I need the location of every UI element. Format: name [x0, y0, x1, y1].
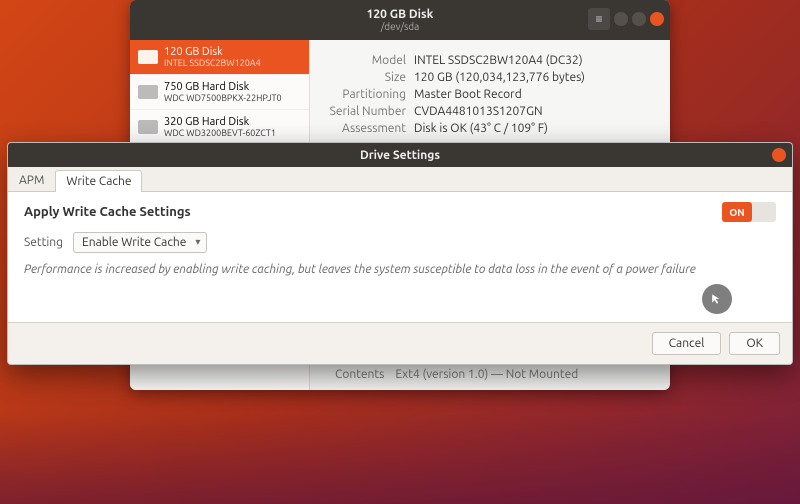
mouse-cursor-indicator — [702, 284, 732, 314]
tab-write-cache[interactable]: Write Cache — [55, 170, 142, 192]
value-assessment: Disk is OK (43° C / 109° F) — [414, 122, 656, 135]
disks-titlebar: 120 GB Disk /dev/sda ≡ — [130, 0, 670, 40]
dialog-title: Drive Settings — [360, 149, 440, 162]
device-name: 750 GB Hard Disk — [164, 81, 282, 93]
label-partitioning: Partitioning — [324, 88, 414, 101]
minimize-icon[interactable] — [614, 12, 628, 26]
label-serial: Serial Number — [324, 105, 414, 118]
tab-apm[interactable]: APM — [8, 169, 55, 191]
value-size: 120 GB (120,034,123,776 bytes) — [414, 71, 656, 84]
disks-subtitle: /dev/sda — [381, 21, 420, 32]
window-controls: ≡ — [588, 8, 664, 30]
device-name: 320 GB Hard Disk — [164, 116, 276, 128]
device-sub: WDC WD3200BEVT-60ZCT1 — [164, 128, 276, 138]
disks-title: 120 GB Disk — [367, 8, 434, 21]
close-icon[interactable] — [650, 12, 664, 26]
device-name: 120 GB Disk — [164, 46, 261, 58]
write-cache-combo-value: Enable Write Cache — [82, 236, 186, 249]
contents-row: Contents Ext4 (version 1.0) — Not Mounte… — [335, 368, 578, 381]
value-serial: CVDA4481013S1207GN — [414, 105, 656, 118]
label-model: Model — [324, 54, 414, 67]
value-model: INTEL SSDSC2BW120A4 (DC32) — [414, 54, 656, 67]
value-contents: Ext4 (version 1.0) — Not Mounted — [395, 368, 578, 381]
device-sub: INTEL SSDSC2BW120A4 — [164, 58, 261, 68]
cursor-icon — [711, 293, 723, 305]
dialog-body: Apply Write Cache Settings ON Setting En… — [8, 192, 792, 322]
write-cache-description: Performance is increased by enabling wri… — [24, 263, 776, 276]
dialog-footer: Cancel OK — [8, 322, 792, 364]
device-sub: WDC WD7500BPKX-22HPJT0 — [164, 93, 282, 103]
setting-label: Setting — [24, 236, 63, 249]
label-assessment: Assessment — [324, 122, 414, 135]
drive-settings-dialog: Drive Settings APM Write Cache Apply Wri… — [7, 142, 793, 365]
drive-icon — [138, 120, 158, 134]
dialog-tabs: APM Write Cache — [8, 167, 792, 192]
hamburger-menu-button[interactable]: ≡ — [588, 8, 610, 30]
cancel-button[interactable]: Cancel — [652, 332, 722, 355]
drive-icon — [138, 50, 158, 64]
ok-button[interactable]: OK — [729, 332, 780, 355]
apply-write-cache-heading: Apply Write Cache Settings — [24, 205, 191, 219]
write-cache-combo[interactable]: Enable Write Cache — [73, 232, 207, 253]
drive-icon — [138, 85, 158, 99]
apply-write-cache-toggle[interactable]: ON — [722, 202, 776, 222]
maximize-icon[interactable] — [632, 12, 646, 26]
value-partitioning: Master Boot Record — [414, 88, 656, 101]
sidebar-item-disk-0[interactable]: 120 GB Disk INTEL SSDSC2BW120A4 — [130, 40, 309, 75]
label-contents: Contents — [335, 368, 384, 381]
dialog-titlebar: Drive Settings — [8, 143, 792, 167]
sidebar-item-disk-1[interactable]: 750 GB Hard Disk WDC WD7500BPKX-22HPJT0 — [130, 75, 309, 110]
sidebar-item-disk-2[interactable]: 320 GB Hard Disk WDC WD3200BEVT-60ZCT1 — [130, 110, 309, 145]
toggle-on-label: ON — [722, 202, 752, 222]
label-size: Size — [324, 71, 414, 84]
dialog-close-icon[interactable] — [772, 148, 786, 162]
